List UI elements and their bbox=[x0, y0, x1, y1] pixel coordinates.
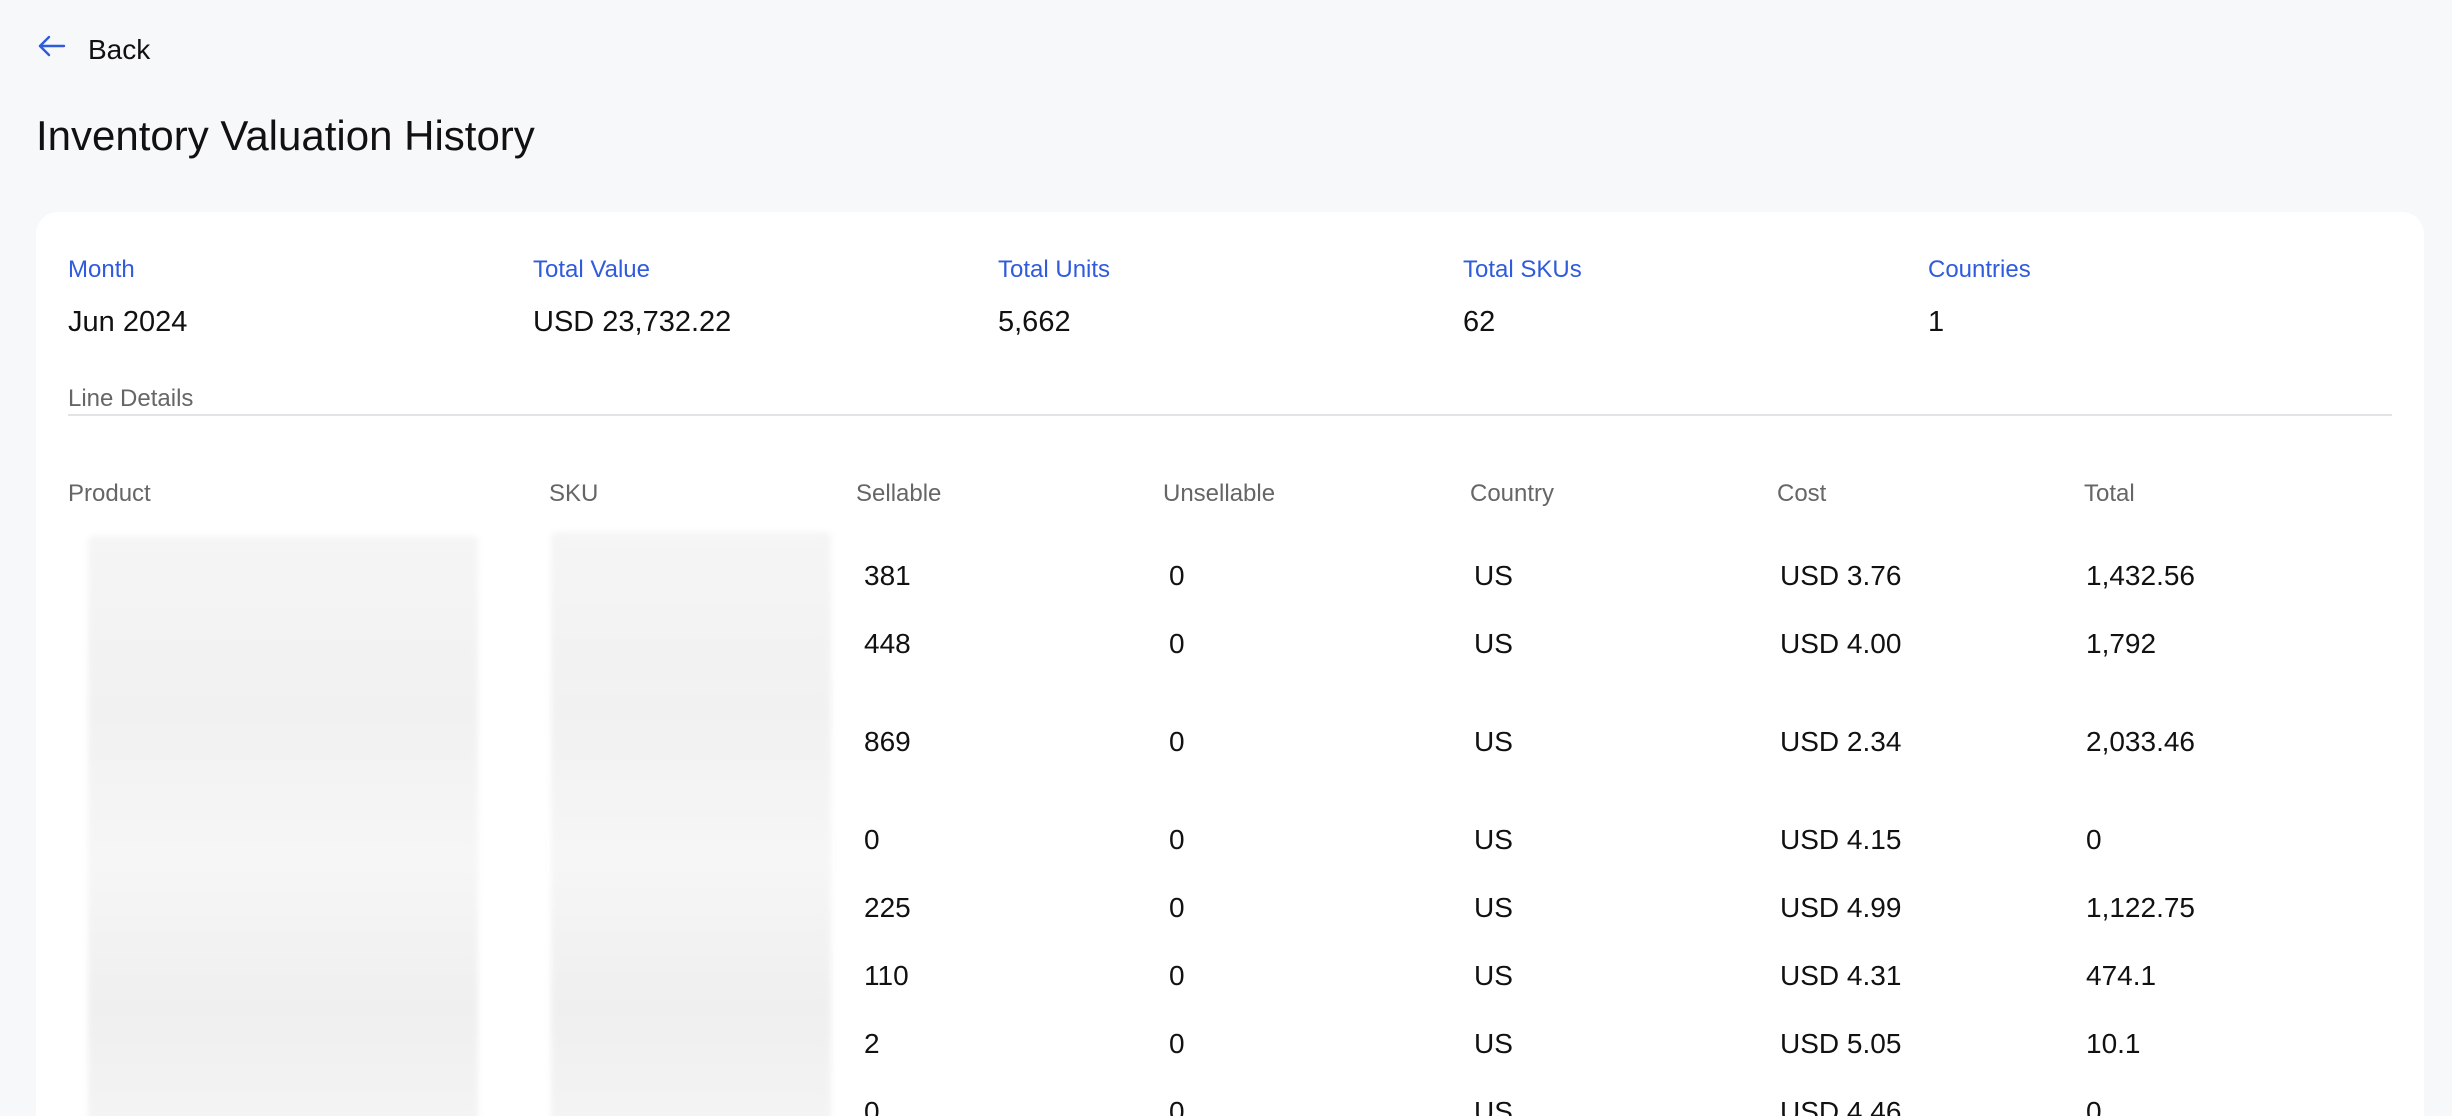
total-cell: 10.1 bbox=[2086, 1028, 2141, 1059]
sellable-cell: 0 bbox=[864, 824, 880, 855]
unsellable-cell: 0 bbox=[1169, 960, 1185, 991]
total-cell: 1,792 bbox=[2086, 628, 2157, 659]
column-header-sku[interactable]: SKU bbox=[549, 480, 598, 508]
cost-cell: USD 3.76 bbox=[1780, 560, 1902, 591]
line-details-label: Line Details bbox=[68, 385, 194, 412]
sellable-cell: 225 bbox=[864, 892, 911, 923]
column-header-sellable[interactable]: Sellable bbox=[856, 480, 941, 508]
stat-month: Month Jun 2024 bbox=[68, 256, 508, 339]
country-cell: US bbox=[1474, 960, 1513, 991]
country-cell: US bbox=[1474, 892, 1513, 923]
stat-total-value-label: Total Value bbox=[533, 256, 650, 283]
stat-total-units-value: 5,662 bbox=[998, 306, 1071, 338]
cost-cell: USD 4.31 bbox=[1780, 960, 1902, 991]
sellable-cell: 381 bbox=[864, 560, 911, 591]
sellable-cell: 0 bbox=[864, 1096, 880, 1116]
cost-cell: USD 4.99 bbox=[1780, 892, 1902, 923]
total-cell: 1,432.56 bbox=[2086, 560, 2195, 591]
unsellable-cell: 0 bbox=[1169, 726, 1185, 757]
total-cell: 2,033.46 bbox=[2086, 726, 2195, 757]
total-cell: 0 bbox=[2086, 1096, 2102, 1116]
total-cell: 474.1 bbox=[2086, 960, 2157, 991]
valuation-card: Month Jun 2024 Total Value USD 23,732.22… bbox=[36, 212, 2424, 1116]
column-header-product[interactable]: Product bbox=[68, 480, 151, 508]
stat-total-skus: Total SKUs 62 bbox=[1463, 256, 1903, 339]
sellable-cell: 110 bbox=[864, 960, 909, 991]
stat-total-units-label: Total Units bbox=[998, 256, 1111, 283]
country-cell: US bbox=[1474, 1028, 1513, 1059]
unsellable-cell: 0 bbox=[1169, 560, 1185, 591]
back-button[interactable]: Back bbox=[36, 30, 150, 69]
unsellable-cell: 0 bbox=[1169, 1096, 1185, 1116]
country-cell: US bbox=[1474, 628, 1513, 659]
stat-countries: Countries 1 bbox=[1928, 256, 2368, 339]
stat-month-value: Jun 2024 bbox=[68, 306, 188, 338]
cost-cell: USD 4.15 bbox=[1780, 824, 1902, 855]
unsellable-cell: 0 bbox=[1169, 1028, 1185, 1059]
stat-total-skus-label: Total SKUs bbox=[1463, 256, 1582, 283]
total-cell: 1,122.75 bbox=[2086, 892, 2195, 923]
stat-month-label: Month bbox=[68, 256, 135, 283]
column-header-unsellable[interactable]: Unsellable bbox=[1163, 480, 1275, 508]
unsellable-cell: 0 bbox=[1169, 824, 1185, 855]
product-names-redacted bbox=[88, 536, 478, 1116]
stat-countries-label: Countries bbox=[1928, 256, 2031, 283]
sellable-cell: 448 bbox=[864, 628, 911, 659]
stat-countries-value: 1 bbox=[1928, 306, 1945, 338]
cost-cell: USD 5.05 bbox=[1780, 1028, 1902, 1059]
column-header-total[interactable]: Total bbox=[2084, 480, 2135, 508]
country-cell: US bbox=[1474, 726, 1513, 757]
country-cell: US bbox=[1474, 1096, 1513, 1116]
unsellable-cell: 0 bbox=[1169, 892, 1185, 923]
stat-total-units: Total Units 5,662 bbox=[998, 256, 1438, 339]
sku-values-redacted bbox=[551, 532, 831, 1116]
back-label: Back bbox=[88, 33, 151, 65]
cost-cell: USD 4.46 bbox=[1780, 1096, 1902, 1116]
total-cell: 0 bbox=[2086, 824, 2102, 855]
unsellable-cell: 0 bbox=[1169, 628, 1185, 659]
column-header-country[interactable]: Country bbox=[1470, 480, 1554, 508]
sellable-cell: 2 bbox=[864, 1028, 880, 1059]
section-divider bbox=[68, 414, 2392, 416]
page-title: Inventory Valuation History bbox=[36, 112, 535, 159]
cost-cell: USD 2.34 bbox=[1780, 726, 1902, 757]
stat-total-value: Total Value USD 23,732.22 bbox=[533, 256, 973, 339]
sellable-cell: 869 bbox=[864, 726, 911, 757]
arrow-left-icon bbox=[36, 30, 68, 69]
cost-cell: USD 4.00 bbox=[1780, 628, 1902, 659]
country-cell: US bbox=[1474, 824, 1513, 855]
country-cell: US bbox=[1474, 560, 1513, 591]
stat-total-value-value: USD 23,732.22 bbox=[533, 306, 732, 338]
column-header-cost[interactable]: Cost bbox=[1777, 480, 1826, 508]
stat-total-skus-value: 62 bbox=[1463, 306, 1496, 338]
